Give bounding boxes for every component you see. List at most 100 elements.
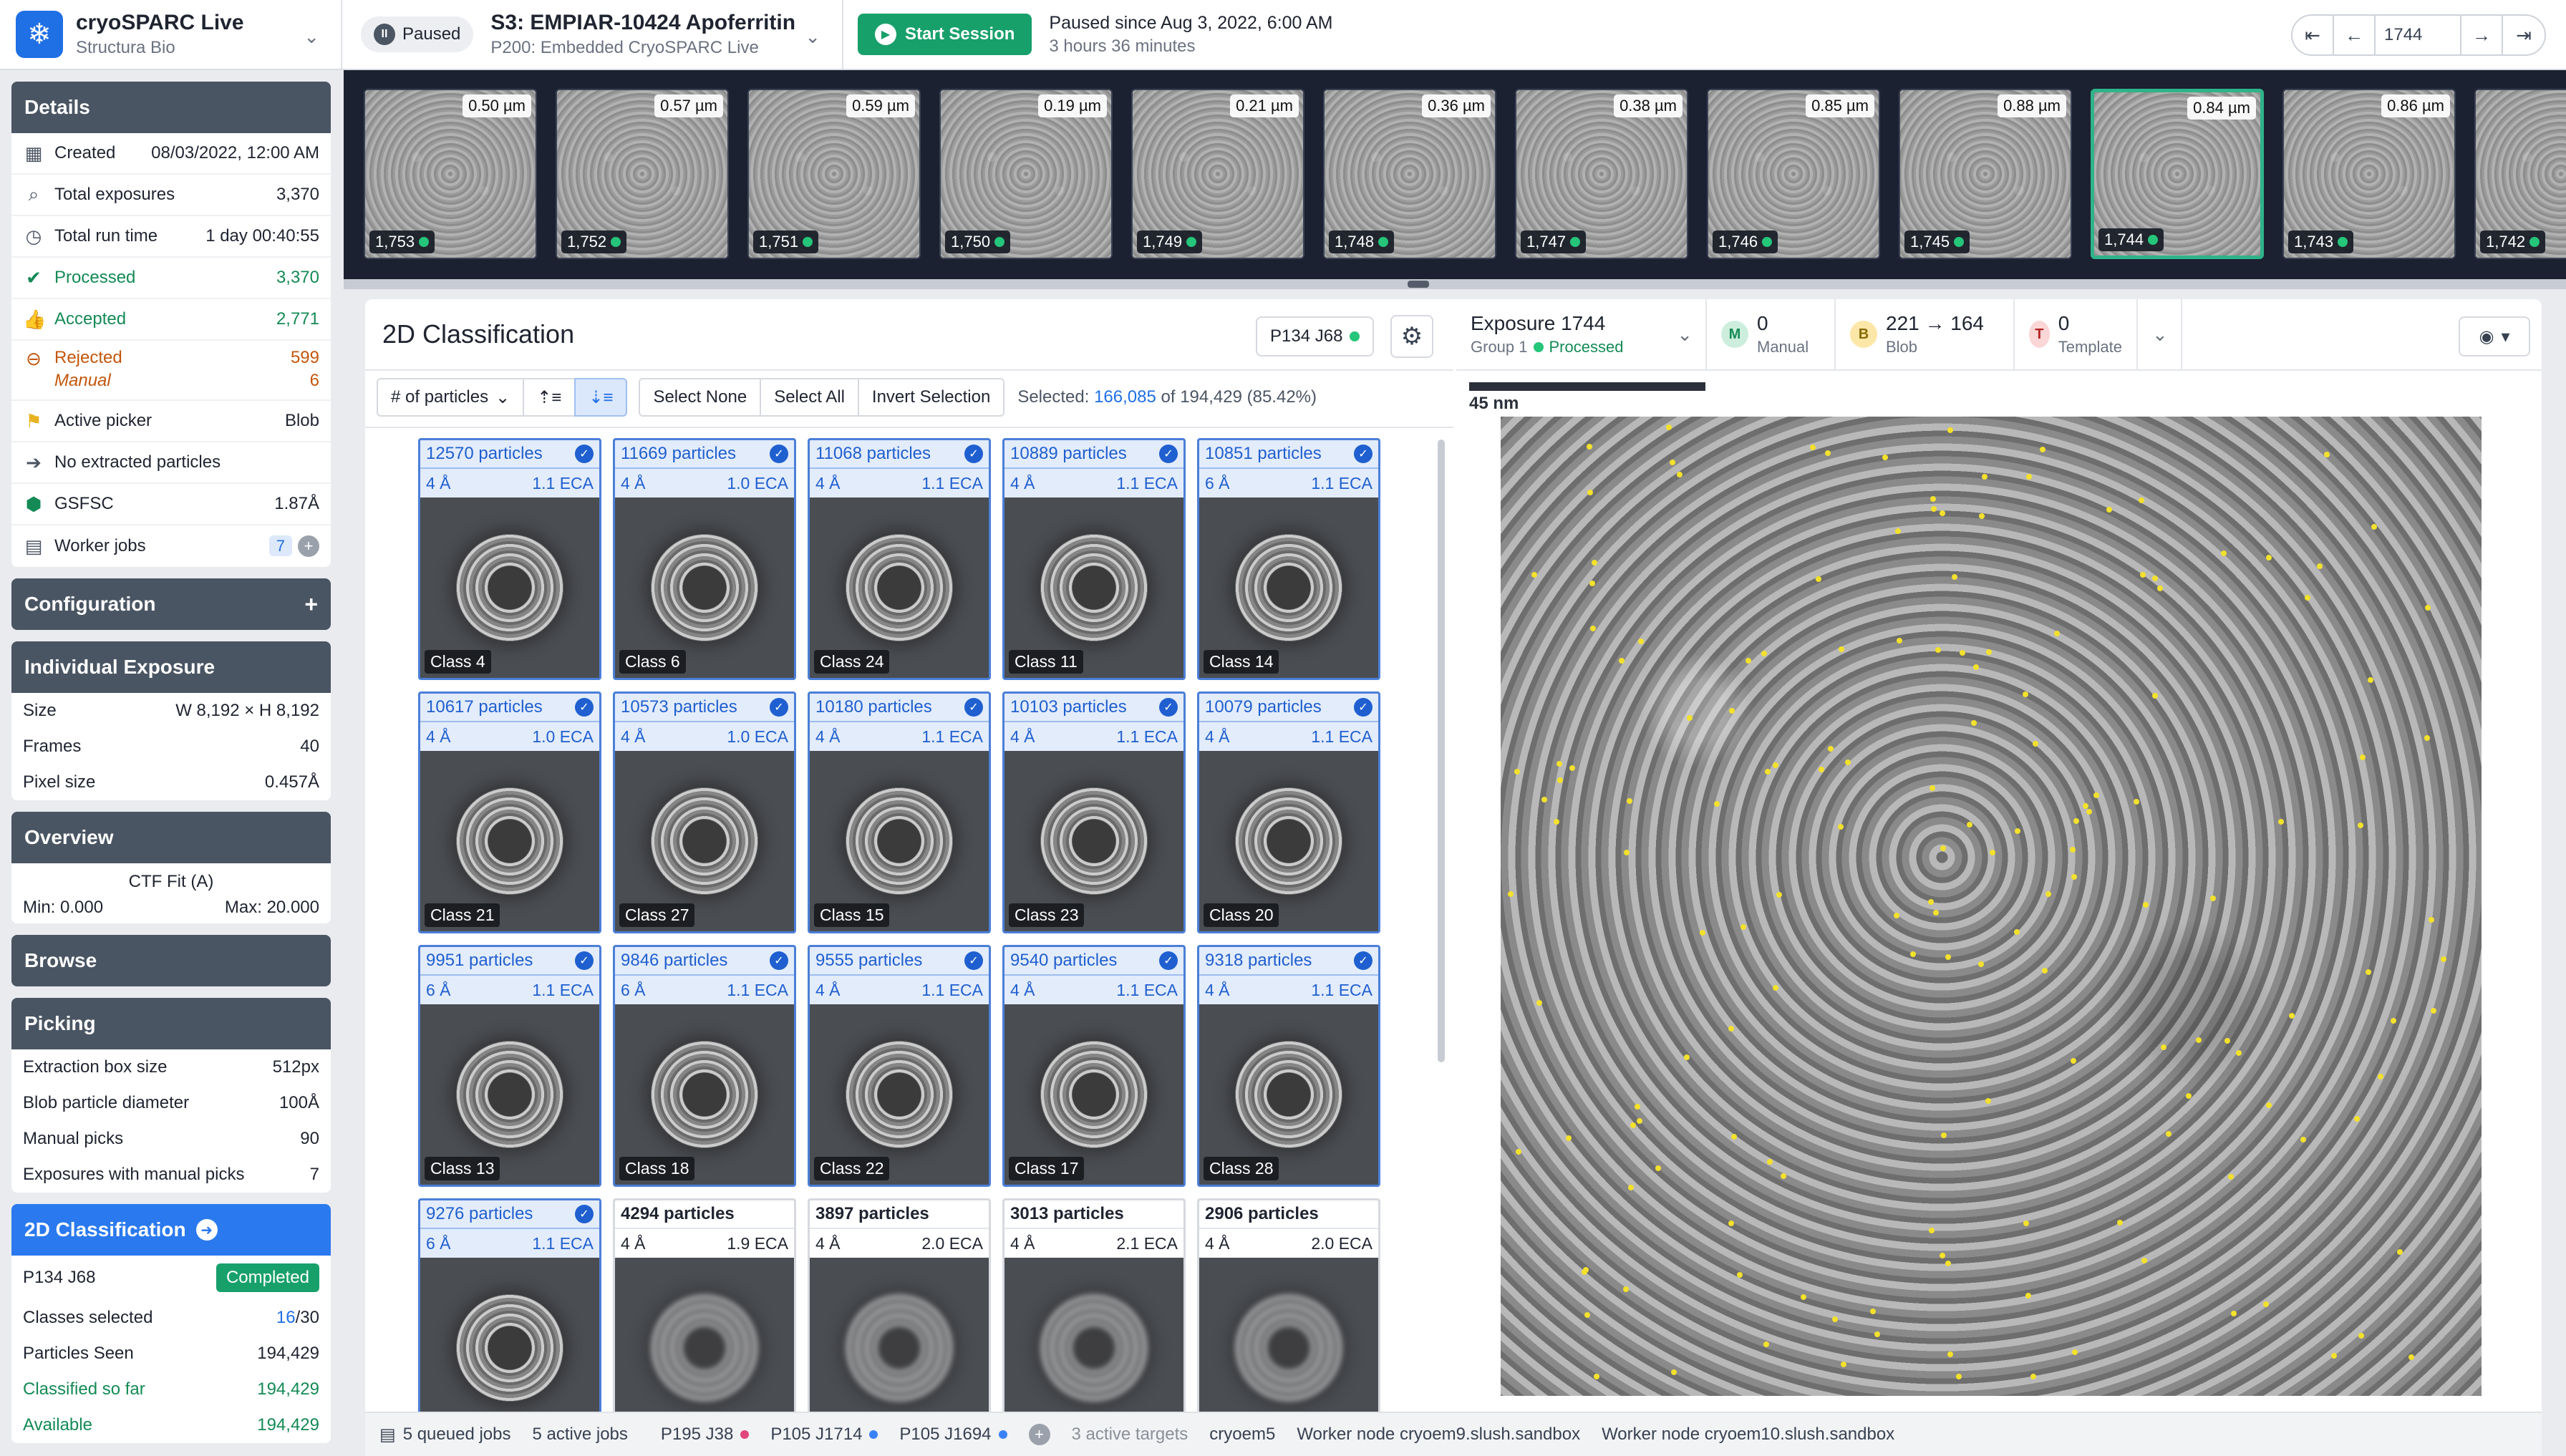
exposure-thumbnail[interactable]: 0.50 µm 1,753: [364, 89, 537, 259]
class-card[interactable]: 9555 particles ✓ 4 Å 1.1 ECA Class 22: [808, 945, 991, 1187]
add-target-icon[interactable]: +: [1028, 1424, 1050, 1445]
status-dot-icon: [1378, 237, 1389, 247]
details-heading[interactable]: Details: [11, 82, 331, 133]
filmstrip-scrollbar[interactable]: [344, 279, 2566, 289]
particle-pick-marker: [1928, 899, 1935, 906]
check-icon[interactable]: ✓: [770, 698, 788, 717]
class-card[interactable]: 10079 particles ✓ 4 Å 1.1 ECA Class 20: [1197, 691, 1380, 933]
classification-heading[interactable]: 2D Classification ➜: [11, 1204, 331, 1256]
check-icon[interactable]: ✓: [964, 951, 983, 970]
worker-node-10[interactable]: Worker node cryoem10.slush.sandbox: [1602, 1425, 1894, 1445]
gear-icon[interactable]: ⚙: [1390, 315, 1433, 358]
configuration-heading[interactable]: Configuration +: [11, 578, 331, 630]
prev-exposure-icon[interactable]: ←: [2334, 16, 2376, 54]
class-card[interactable]: 4294 particles 4 Å 1.9 ECA: [613, 1198, 796, 1414]
first-exposure-icon[interactable]: ⇤: [2293, 16, 2334, 54]
exposure-thumbnail[interactable]: 0.57 µm 1,752: [556, 89, 729, 259]
last-exposure-icon[interactable]: ⇥: [2503, 16, 2545, 54]
class-card[interactable]: 9540 particles ✓ 4 Å 1.1 ECA Class 17: [1002, 945, 1186, 1187]
invert-selection-button[interactable]: Invert Selection: [857, 378, 1005, 417]
class-card[interactable]: 10180 particles ✓ 4 Å 1.1 ECA Class 15: [808, 691, 991, 933]
particle-pick-marker: [2161, 1044, 2167, 1050]
class-average-image: Class 15: [810, 751, 989, 931]
session-switcher[interactable]: II Paused S3: EMPIAR-10424 Apoferritin P…: [342, 0, 843, 69]
job-chip-2[interactable]: P105 J1714: [770, 1425, 878, 1445]
queued-jobs[interactable]: ▤ 5 queued jobs: [379, 1425, 510, 1445]
arrow-right-circle-icon[interactable]: ➜: [195, 1219, 218, 1241]
class-card[interactable]: 3013 particles 4 Å 2.1 ECA: [1002, 1198, 1186, 1414]
exposure-thumbnail[interactable]: 0.19 µm 1,750: [939, 89, 1113, 259]
exposure-thumbnail[interactable]: 0.86 µm 1,743: [2282, 89, 2456, 259]
class-grid-scrollbar[interactable]: [1438, 440, 1445, 1062]
check-icon[interactable]: ✓: [575, 698, 594, 717]
class-card[interactable]: 10103 particles ✓ 4 Å 1.1 ECA Class 23: [1002, 691, 1186, 933]
exposure-thumbnail[interactable]: 0.38 µm 1,747: [1515, 89, 1688, 259]
check-icon[interactable]: ✓: [575, 951, 594, 970]
check-icon[interactable]: ✓: [770, 951, 788, 970]
next-exposure-icon[interactable]: →: [2461, 16, 2503, 54]
exposure-selector[interactable]: Exposure 1744 Group 1 Processed ⌄: [1456, 299, 1707, 369]
add-worker-icon[interactable]: +: [298, 535, 319, 557]
micrograph-image[interactable]: [1501, 417, 2482, 1396]
exposure-thumbnail[interactable]: 1,742: [2474, 89, 2566, 259]
check-icon[interactable]: ✓: [1159, 951, 1178, 970]
class-card[interactable]: 10617 particles ✓ 4 Å 1.0 ECA Class 21: [418, 691, 601, 933]
class-card[interactable]: 2906 particles 4 Å 2.0 ECA: [1197, 1198, 1380, 1414]
check-icon[interactable]: ✓: [770, 445, 788, 463]
filmstrip-scroll-handle[interactable]: [1408, 281, 1429, 288]
individual-exposure-heading[interactable]: Individual Exposure: [11, 641, 331, 693]
target-cryoem5[interactable]: cryoem5: [1209, 1425, 1275, 1445]
exposure-number-input[interactable]: [2376, 16, 2461, 54]
worker-node-9[interactable]: Worker node cryoem9.slush.sandbox: [1297, 1425, 1580, 1445]
exposure-thumbnail[interactable]: 0.84 µm 1,744: [2091, 89, 2264, 259]
sort-select[interactable]: # of particles ⌄: [377, 378, 525, 417]
active-jobs[interactable]: 5 active jobs: [532, 1425, 627, 1445]
check-icon[interactable]: ✓: [964, 698, 983, 717]
sort-descending-icon[interactable]: ⇣≡: [574, 378, 628, 417]
search-icon: ⌕: [28, 183, 39, 205]
check-icon[interactable]: ✓: [1354, 698, 1372, 717]
chevron-down-icon[interactable]: ⌄: [805, 26, 820, 48]
check-icon[interactable]: ✓: [1354, 445, 1372, 463]
class-card[interactable]: 10573 particles ✓ 4 Å 1.0 ECA Class 27: [613, 691, 796, 933]
class-card[interactable]: 11068 particles ✓ 4 Å 1.1 ECA Class 24: [808, 438, 991, 680]
check-icon[interactable]: ✓: [575, 1205, 594, 1223]
view-options-button[interactable]: ◉ ▾: [2459, 316, 2530, 356]
class-card[interactable]: 10851 particles ✓ 6 Å 1.1 ECA Class 14: [1197, 438, 1380, 680]
check-icon[interactable]: ✓: [575, 445, 594, 463]
browse-heading[interactable]: Browse: [11, 935, 331, 986]
chevron-down-icon[interactable]: ⌄: [304, 26, 319, 48]
class-card[interactable]: 9318 particles ✓ 4 Å 1.1 ECA Class 28: [1197, 945, 1380, 1187]
chevron-down-icon[interactable]: ⌄: [1677, 324, 1693, 346]
check-icon[interactable]: ✓: [1159, 698, 1178, 717]
exposure-thumbnail[interactable]: 0.85 µm 1,746: [1707, 89, 1880, 259]
sort-ascending-icon[interactable]: ⇡≡: [523, 378, 576, 417]
check-icon[interactable]: ✓: [1354, 951, 1372, 970]
particle-pick-marker: [1929, 1228, 1935, 1234]
overview-heading[interactable]: Overview: [11, 812, 331, 863]
plus-icon[interactable]: +: [304, 591, 318, 618]
picking-heading[interactable]: Picking: [11, 998, 331, 1049]
class-card[interactable]: 12570 particles ✓ 4 Å 1.1 ECA Class 4: [418, 438, 601, 680]
job-chip-3[interactable]: P105 J1694: [899, 1425, 1007, 1445]
check-icon[interactable]: ✓: [964, 445, 983, 463]
exposure-thumbnail[interactable]: 0.21 µm 1,749: [1131, 89, 1304, 259]
class-card[interactable]: 9276 particles ✓ 6 Å 1.1 ECA: [418, 1198, 601, 1414]
exposure-thumbnail[interactable]: 0.88 µm 1,745: [1899, 89, 2072, 259]
class-card[interactable]: 10889 particles ✓ 4 Å 1.1 ECA Class 11: [1002, 438, 1186, 680]
class-card[interactable]: 9951 particles ✓ 6 Å 1.1 ECA Class 13: [418, 945, 601, 1187]
job-chip-1[interactable]: P195 J38: [661, 1425, 750, 1445]
app-switcher[interactable]: ❄ cryoSPARC Live Structura Bio ⌄: [0, 0, 342, 69]
class-card[interactable]: 9846 particles ✓ 6 Å 1.1 ECA Class 18: [613, 945, 796, 1187]
select-all-button[interactable]: Select All: [760, 378, 859, 417]
exposure-thumbnail[interactable]: 0.59 µm 1,751: [747, 89, 921, 259]
start-session-button[interactable]: ▶ Start Session: [858, 14, 1032, 55]
exposure-thumbnail[interactable]: 0.36 µm 1,748: [1323, 89, 1496, 259]
class-card[interactable]: 3897 particles 4 Å 2.0 ECA: [808, 1198, 991, 1414]
particle-pick-marker: [1700, 930, 1706, 936]
check-icon[interactable]: ✓: [1159, 445, 1178, 463]
job-pill[interactable]: P134 J68: [1256, 316, 1375, 356]
class-card[interactable]: 11669 particles ✓ 4 Å 1.0 ECA Class 6: [613, 438, 796, 680]
picker-expand-icon[interactable]: ⌄: [2136, 299, 2182, 369]
select-none-button[interactable]: Select None: [639, 378, 762, 417]
